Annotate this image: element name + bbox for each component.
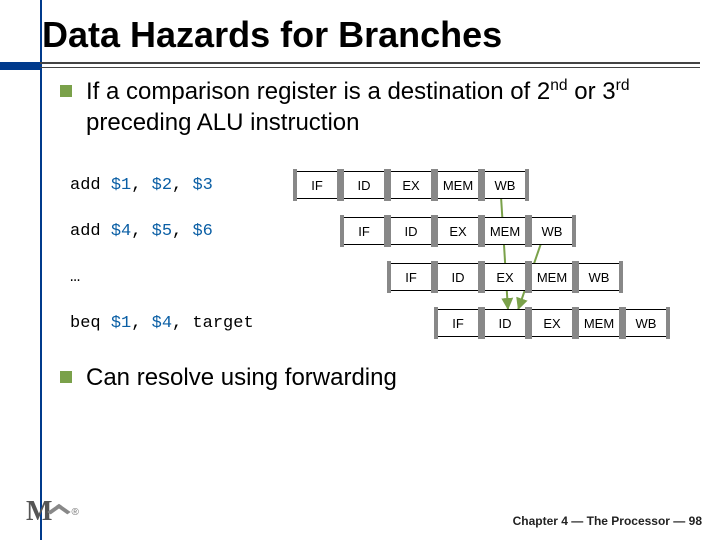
stage-id: ID: [390, 217, 432, 245]
i4-c2: , target: [172, 314, 254, 333]
stage-wb: WB: [578, 263, 620, 291]
i1-r1: $1: [111, 176, 131, 195]
stage-if: IF: [437, 309, 479, 337]
title-area: Data Hazards for Branches: [0, 0, 720, 56]
i2-c2: ,: [172, 222, 192, 241]
i1-r2: $2: [152, 176, 172, 195]
content-area: If a comparison register is a destinatio…: [0, 56, 720, 394]
stage-if: IF: [296, 171, 338, 199]
stage-wb: WB: [484, 171, 526, 199]
i2-op: add: [70, 222, 111, 241]
pipeline-row-2: add $4, $5, $6 IF ID EX MEM WB: [70, 208, 690, 254]
i2-r2: $5: [152, 222, 172, 241]
i4-r1: $1: [111, 314, 131, 333]
b1-mid: or 3: [568, 78, 616, 105]
stage-ex: EX: [484, 263, 526, 291]
b1-pre: If a comparison register is a destinatio…: [86, 78, 550, 105]
stage-id: ID: [484, 309, 526, 337]
stages-4: IF ID EX MEM WB: [437, 309, 667, 337]
stage-mem: MEM: [531, 263, 573, 291]
stage-ex: EX: [390, 171, 432, 199]
vertical-accent-line: [40, 0, 42, 540]
instr-4: beq $1, $4, target: [70, 314, 296, 333]
i4-c1: ,: [131, 314, 151, 333]
instr-3: …: [70, 268, 296, 287]
i2-c1: ,: [131, 222, 151, 241]
i1-r3: $3: [192, 176, 212, 195]
stage-if: IF: [390, 263, 432, 291]
b1-sup1: nd: [550, 77, 567, 94]
i4-r2: $4: [152, 314, 172, 333]
stage-if: IF: [343, 217, 385, 245]
stage-id: ID: [343, 171, 385, 199]
i1-c1: ,: [131, 176, 151, 195]
bullet-1: If a comparison register is a destinatio…: [60, 76, 690, 138]
publisher-logo: M ®: [26, 496, 79, 528]
page-title: Data Hazards for Branches: [42, 14, 720, 56]
pipeline-row-1: add $1, $2, $3 IF ID EX MEM WB: [70, 162, 690, 208]
stages-1: IF ID EX MEM WB: [296, 171, 526, 199]
instr-1: add $1, $2, $3: [70, 176, 296, 195]
bullet-1-text: If a comparison register is a destinatio…: [86, 76, 690, 138]
stage-id: ID: [437, 263, 479, 291]
i1-c2: ,: [172, 176, 192, 195]
pipeline-row-3: … IF ID EX MEM WB: [70, 254, 690, 300]
stage-ex: EX: [437, 217, 479, 245]
title-underline: [0, 62, 700, 68]
i2-r3: $6: [192, 222, 212, 241]
i4-op: beq: [70, 314, 111, 333]
b1-post: preceding ALU instruction: [86, 109, 360, 136]
stage-mem: MEM: [437, 171, 479, 199]
pipeline-row-4: beq $1, $4, target IF ID EX MEM WB: [70, 300, 690, 346]
bullet-icon: [60, 371, 72, 383]
stage-wb: WB: [531, 217, 573, 245]
footer-text: Chapter 4 — The Processor — 98: [513, 514, 702, 528]
i1-op: add: [70, 176, 111, 195]
bullet-icon: [60, 85, 72, 97]
logo-registered-icon: ®: [71, 507, 78, 518]
b1-sup2: rd: [616, 77, 630, 94]
bullet-2: Can resolve using forwarding: [60, 362, 690, 393]
stage-ex: EX: [531, 309, 573, 337]
i2-r1: $4: [111, 222, 131, 241]
bullet-2-text: Can resolve using forwarding: [86, 362, 397, 393]
stage-mem: MEM: [578, 309, 620, 337]
stages-2: IF ID EX MEM WB: [343, 217, 573, 245]
pipeline-diagram: add $1, $2, $3 IF ID EX MEM WB add $4, $…: [70, 162, 690, 346]
stage-mem: MEM: [484, 217, 526, 245]
stages-3: IF ID EX MEM WB: [390, 263, 620, 291]
stage-wb: WB: [625, 309, 667, 337]
instr-2: add $4, $5, $6: [70, 222, 296, 241]
